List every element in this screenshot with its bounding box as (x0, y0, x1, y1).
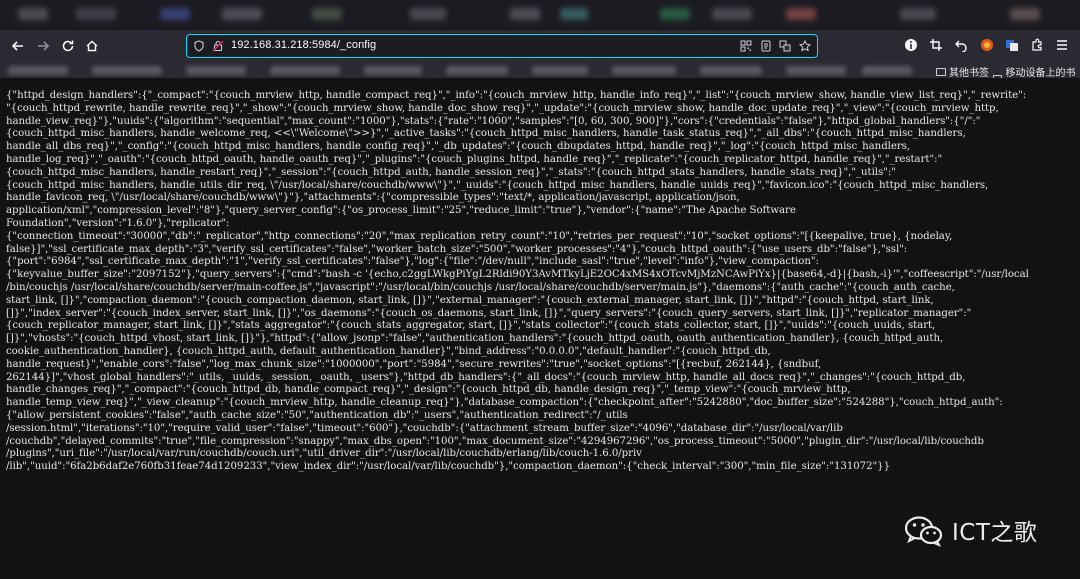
json-line: false}]","ssl_certificate_max_depth":"3"… (6, 243, 908, 255)
blurred-bookmark[interactable] (186, 66, 246, 75)
json-line: start_link, []}","compaction_daemon":"{c… (6, 294, 934, 306)
json-line: cookie_authentication_handler}, {couch_h… (6, 345, 771, 357)
blurred-bookmark[interactable] (8, 66, 68, 75)
navigation-toolbar: 192.168.31.218:5984/_config (0, 30, 1080, 62)
json-line: /session.html","iterations":"10","requir… (6, 422, 843, 434)
tab-strip (0, 0, 1080, 30)
blurred-bookmark[interactable] (532, 66, 588, 75)
blurred-bookmark[interactable] (270, 66, 340, 75)
extension-fox-icon[interactable] (980, 38, 994, 52)
json-line: {couch_httpd_misc_handlers, handle_resta… (6, 166, 896, 178)
bookmarks-bar: 其他书签 移动设备上的书签 (0, 62, 1080, 94)
json-line: {"keyvalue_buffer_size":"2097152"},"quer… (6, 269, 1029, 281)
blurred-tab[interactable] (1010, 8, 1040, 20)
reload-button[interactable] (56, 34, 80, 58)
screenshot-crop-icon[interactable] (929, 38, 943, 52)
json-line: {"port":"6984","ssl_certificate_max_dept… (6, 256, 819, 268)
extension-translate-icon[interactable] (1005, 38, 1019, 52)
json-line: handle_log_req}","_oauth":"{couch_httpd_… (6, 153, 943, 165)
arrow-right-icon (38, 41, 50, 51)
extensions-puzzle-icon[interactable] (1030, 38, 1044, 52)
json-line: handle_changes_req}","_compact":"{couch_… (6, 384, 851, 396)
blurred-tab[interactable] (786, 8, 816, 20)
reload-icon (62, 40, 74, 52)
json-line: /couchdb","delayed_commits":"true","file… (6, 435, 984, 447)
json-line: {"httpd_design_handlers":{"_compact":"{c… (6, 90, 1027, 101)
blurred-tab[interactable] (560, 8, 588, 20)
url-bar[interactable]: 192.168.31.218:5984/_config (186, 34, 818, 58)
blurred-bookmark[interactable] (786, 66, 846, 75)
other-bookmarks-label: 其他书签 (949, 68, 989, 79)
home-button[interactable] (80, 34, 104, 58)
page-content: {"httpd_design_handlers":{"_compact":"{c… (0, 78, 1080, 579)
url-text[interactable]: 192.168.31.218:5984/_config (231, 39, 376, 51)
blurred-bookmark[interactable] (700, 66, 762, 75)
json-line: application/xml","compression_level":"8"… (6, 205, 796, 217)
json-line: Foundation","version":"1.6.0"},"replicat… (6, 217, 230, 229)
reader-view-icon[interactable] (760, 40, 772, 52)
json-line: /plugins","uri_file":"/usr/local/var/run… (6, 448, 642, 460)
blurred-tab[interactable] (900, 8, 936, 20)
wechat-icon (904, 515, 944, 547)
watermark: ICT之歌 (904, 513, 1037, 547)
blurred-tab[interactable] (410, 8, 446, 20)
blurred-bookmark[interactable] (92, 66, 162, 75)
json-line: {"connection_timeout":"30000","db":"_rep… (6, 230, 953, 242)
json-line: "{couch_httpd_rewrite, handle_rewrite_re… (6, 102, 999, 114)
blurred-tab[interactable] (712, 8, 752, 20)
blurred-tab[interactable] (76, 8, 116, 20)
json-line: []}","index_server":"{couch_index_server… (6, 307, 972, 319)
json-line: handle_all_dbs_req}","_config":"{couch_h… (6, 141, 911, 153)
json-line: handle_temp_view_req}","_view_cleanup":"… (6, 397, 1003, 409)
blurred-tab[interactable] (222, 8, 262, 20)
translate-icon[interactable] (779, 40, 791, 52)
back-button[interactable] (6, 34, 30, 58)
blurred-tab[interactable] (510, 8, 540, 20)
blurred-tab[interactable] (18, 8, 48, 20)
insecure-lock-icon[interactable] (212, 40, 224, 52)
json-line: {"allow_persistent_cookies":"false","aut… (6, 409, 628, 421)
blurred-bookmark[interactable] (862, 66, 912, 75)
json-line: 262144}]","vhost_global_handlers":"_util… (6, 371, 966, 383)
json-line: handle_favicon_req, \"/usr/local/share/c… (6, 192, 740, 204)
json-line: handle_request}","enable_cors":"false","… (6, 358, 822, 370)
arrow-left-icon (11, 41, 23, 51)
home-icon (86, 40, 98, 52)
blurred-tab[interactable] (312, 8, 342, 20)
blurred-tab[interactable] (160, 8, 190, 20)
json-line: handle_view_req}"},"uuids":{"algorithm":… (6, 115, 981, 127)
raw-json-response: {"httpd_design_handlers":{"_compact":"{c… (6, 90, 1074, 474)
blurred-bookmark[interactable] (364, 66, 422, 75)
qr-code-icon[interactable] (740, 40, 752, 52)
json-line: /lib","uuid":"6fa2b6daf2e760fb31feae74d1… (6, 461, 891, 473)
json-line: []}","vhosts":"{couch_httpd_vhost, start… (6, 333, 944, 345)
blurred-bookmark[interactable] (612, 66, 676, 75)
other-bookmarks[interactable]: 其他书签 (936, 64, 989, 79)
forward-button[interactable] (31, 34, 55, 58)
blurred-tab[interactable] (660, 8, 690, 20)
watermark-text: ICT之歌 (952, 520, 1038, 546)
bookmark-star-icon[interactable] (799, 40, 811, 52)
blurred-bookmark[interactable] (446, 66, 508, 75)
url-path: :5984/_config (308, 39, 377, 51)
json-line: {couch_replicator_manager, start_link, [… (6, 320, 936, 332)
folder-icon (936, 67, 946, 76)
undo-icon[interactable] (954, 38, 968, 52)
menu-icon[interactable] (1055, 38, 1069, 52)
shield-icon[interactable] (193, 40, 205, 52)
json-line: {couch_httpd_misc_handlers, handle_welco… (6, 128, 966, 140)
json-line: /bin/couchjs /usr/local/share/couchdb/se… (6, 281, 955, 293)
json-line: {couch_httpd_misc_handlers, handle_utils… (6, 179, 989, 191)
url-host: 192.168.31.218 (231, 39, 309, 51)
info-icon[interactable] (904, 38, 918, 52)
